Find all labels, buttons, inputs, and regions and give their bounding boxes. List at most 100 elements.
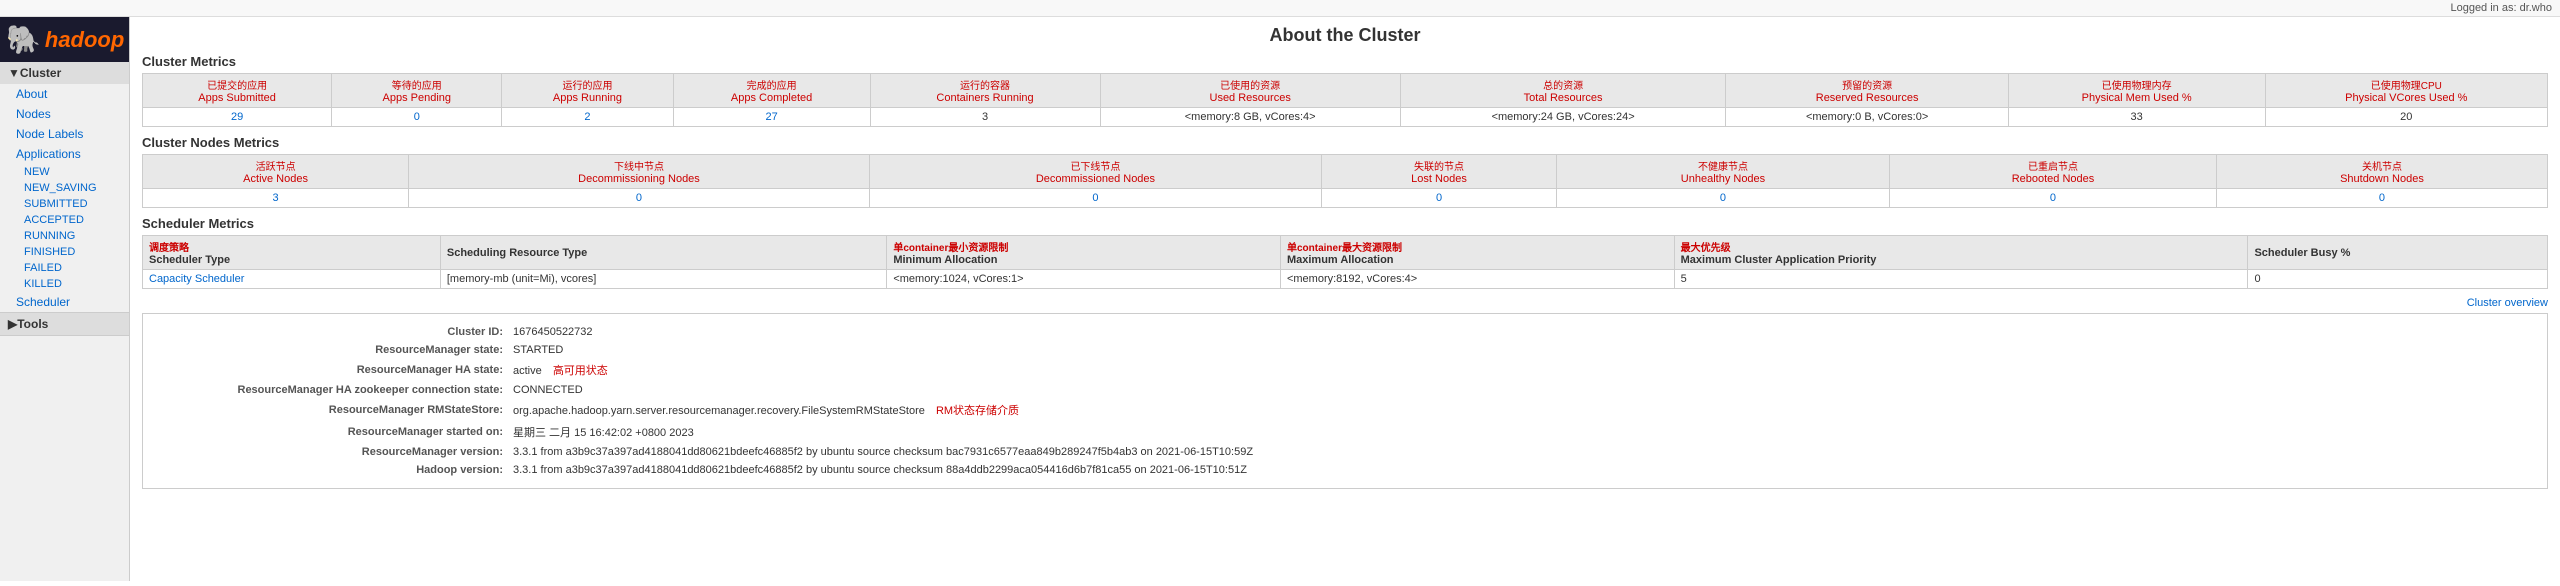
- rm-ha-state-cell: active 高可用状态: [509, 360, 2533, 380]
- page-title: About the Cluster: [142, 25, 2548, 46]
- cluster-section-header[interactable]: ▼ Cluster: [0, 62, 129, 84]
- physical-mem-value: 33: [2008, 108, 2265, 127]
- rm-rmstate-row: ResourceManager RMStateStore: org.apache…: [157, 400, 2533, 420]
- sidebar-item-scheduler[interactable]: Scheduler: [0, 292, 129, 312]
- apps-pending-cn: 等待的应用: [338, 77, 495, 92]
- scheduler-type-cn: 调度策略: [149, 239, 434, 254]
- scheduling-resource-label: Scheduling Resource Type: [447, 247, 587, 259]
- sidebar-item-killed[interactable]: KILLED: [0, 276, 129, 292]
- unhealthy-value[interactable]: 0: [1556, 189, 1889, 208]
- max-priority-value: 5: [1674, 270, 2248, 289]
- rebooted-value[interactable]: 0: [1890, 189, 2217, 208]
- apps-completed-cn: 完成的应用: [680, 77, 864, 92]
- shutdown-label: Shutdown Nodes: [2223, 173, 2541, 185]
- min-allocation-cn: 单container最小资源限制: [893, 239, 1274, 254]
- scheduler-busy-value: 0: [2248, 270, 2548, 289]
- rm-state-row: ResourceManager state: STARTED: [157, 342, 2533, 358]
- main-content: About the Cluster Cluster Metrics 已提交的应用…: [130, 17, 2560, 581]
- sidebar-item-failed[interactable]: FAILED: [0, 260, 129, 276]
- cluster-nodes-table: 活跃节点 Active Nodes 下线中节点 Decommissioning …: [142, 154, 2548, 208]
- cluster-id-label: Cluster ID:: [157, 324, 507, 340]
- cluster-info-section: Cluster ID: 1676450522732 ResourceManage…: [142, 313, 2548, 489]
- shutdown-value[interactable]: 0: [2216, 189, 2547, 208]
- containers-running-cn: 运行的容器: [877, 77, 1094, 92]
- physical-mem-label: Physical Mem Used %: [2015, 92, 2259, 104]
- total-resources-label: Total Resources: [1407, 92, 1720, 104]
- decommissioning-label: Decommissioning Nodes: [415, 173, 863, 185]
- tools-section-header[interactable]: ▶ Tools: [0, 313, 129, 335]
- sidebar-item-finished[interactable]: FINISHED: [0, 244, 129, 260]
- cluster-metrics-title: Cluster Metrics: [142, 54, 2548, 69]
- apps-pending-label: Apps Pending: [338, 92, 495, 104]
- max-priority-label: Maximum Cluster Application Priority: [1681, 254, 1877, 266]
- apps-completed-value[interactable]: 27: [673, 108, 870, 127]
- sidebar-item-accepted[interactable]: ACCEPTED: [0, 212, 129, 228]
- scheduling-resource-header: Scheduling Resource Type: [440, 236, 886, 270]
- sidebar-item-nodes[interactable]: Nodes: [0, 104, 129, 124]
- max-priority-header: 最大优先级 Maximum Cluster Application Priori…: [1674, 236, 2248, 270]
- decommissioned-nodes-header: 已下线节点 Decommissioned Nodes: [869, 155, 1321, 189]
- physical-mem-cn: 已使用物理内存: [2015, 77, 2259, 92]
- max-priority-cn: 最大优先级: [1681, 239, 2242, 254]
- containers-running-value: 3: [870, 108, 1100, 127]
- scheduler-metrics-row: Capacity Scheduler [memory-mb (unit=Mi),…: [143, 270, 2548, 289]
- sidebar-item-node-labels[interactable]: Node Labels: [0, 124, 129, 144]
- sidebar-item-new[interactable]: NEW: [0, 164, 129, 180]
- sidebar-item-new-saving[interactable]: NEW_SAVING: [0, 180, 129, 196]
- active-nodes-value[interactable]: 3: [143, 189, 409, 208]
- cluster-section: ▼ Cluster About Nodes Node Labels Applic…: [0, 62, 129, 313]
- min-allocation-header: 单container最小资源限制 Minimum Allocation: [887, 236, 1281, 270]
- sidebar-item-about[interactable]: About: [0, 84, 129, 104]
- top-bar: Logged in as: dr.who: [0, 0, 2560, 17]
- cluster-section-label: Cluster: [20, 66, 61, 80]
- scheduler-metrics-title: Scheduler Metrics: [142, 216, 2548, 231]
- apps-completed-label: Apps Completed: [680, 92, 864, 104]
- rm-ha-state-value: active: [513, 365, 542, 377]
- decommissioned-cn: 已下线节点: [876, 158, 1315, 173]
- sidebar: 🐘 hadoop ▼ Cluster About Nodes Node Labe…: [0, 17, 130, 581]
- containers-running-label: Containers Running: [877, 92, 1094, 104]
- reserved-resources-header: 预留的资源 Reserved Resources: [1726, 74, 2008, 108]
- apps-pending-value[interactable]: 0: [332, 108, 502, 127]
- rm-rmstate-label: ResourceManager RMStateStore:: [157, 400, 507, 420]
- rm-version-value: 3.3.1 from a3b9c37a397ad4188041dd80621bd…: [509, 444, 2533, 460]
- total-resources-value: <memory:24 GB, vCores:24>: [1400, 108, 1726, 127]
- logged-in-text: Logged in as: dr.who: [2450, 2, 2552, 14]
- max-allocation-header: 单container最大资源限制 Maximum Allocation: [1280, 236, 1674, 270]
- reserved-resources-label: Reserved Resources: [1732, 92, 2001, 104]
- unhealthy-cn: 不健康节点: [1563, 158, 1883, 173]
- apps-submitted-value[interactable]: 29: [143, 108, 332, 127]
- sidebar-item-applications[interactable]: Applications: [0, 144, 129, 164]
- sidebar-item-submitted[interactable]: SUBMITTED: [0, 196, 129, 212]
- cluster-nodes-title: Cluster Nodes Metrics: [142, 135, 2548, 150]
- reserved-resources-cn: 预留的资源: [1732, 77, 2001, 92]
- cluster-overview-link[interactable]: Cluster overview: [142, 297, 2548, 309]
- unhealthy-nodes-header: 不健康节点 Unhealthy Nodes: [1556, 155, 1889, 189]
- elephant-icon: 🐘: [6, 23, 41, 56]
- reserved-resources-value: <memory:0 B, vCores:0>: [1726, 108, 2008, 127]
- physical-vcores-label: Physical VCores Used %: [2272, 92, 2541, 104]
- scheduler-type-label: Scheduler Type: [149, 254, 230, 266]
- cluster-id-value: 1676450522732: [509, 324, 2533, 340]
- physical-vcores-value: 20: [2265, 108, 2547, 127]
- containers-running-header: 运行的容器 Containers Running: [870, 74, 1100, 108]
- decommissioning-value[interactable]: 0: [409, 189, 870, 208]
- scheduling-resource-value: [memory-mb (unit=Mi), vcores]: [440, 270, 886, 289]
- apps-submitted-header: 已提交的应用 Apps Submitted: [143, 74, 332, 108]
- unhealthy-label: Unhealthy Nodes: [1563, 173, 1883, 185]
- apps-running-cn: 运行的应用: [508, 77, 666, 92]
- rebooted-nodes-header: 已重启节点 Rebooted Nodes: [1890, 155, 2217, 189]
- sidebar-item-running[interactable]: RUNNING: [0, 228, 129, 244]
- scheduler-type-value[interactable]: Capacity Scheduler: [143, 270, 441, 289]
- rm-ha-state-annotation: 高可用状态: [553, 365, 608, 377]
- max-allocation-label: Maximum Allocation: [1287, 254, 1394, 266]
- rm-zk-row: ResourceManager HA zookeeper connection …: [157, 382, 2533, 398]
- lost-value[interactable]: 0: [1322, 189, 1557, 208]
- rebooted-cn: 已重启节点: [1896, 158, 2210, 173]
- apps-completed-header: 完成的应用 Apps Completed: [673, 74, 870, 108]
- hadoop-logo-text: hadoop: [45, 27, 124, 53]
- apps-running-value[interactable]: 2: [502, 108, 673, 127]
- decommissioned-value[interactable]: 0: [869, 189, 1321, 208]
- used-resources-header: 已使用的资源 Used Resources: [1100, 74, 1400, 108]
- total-resources-cn: 总的资源: [1407, 77, 1720, 92]
